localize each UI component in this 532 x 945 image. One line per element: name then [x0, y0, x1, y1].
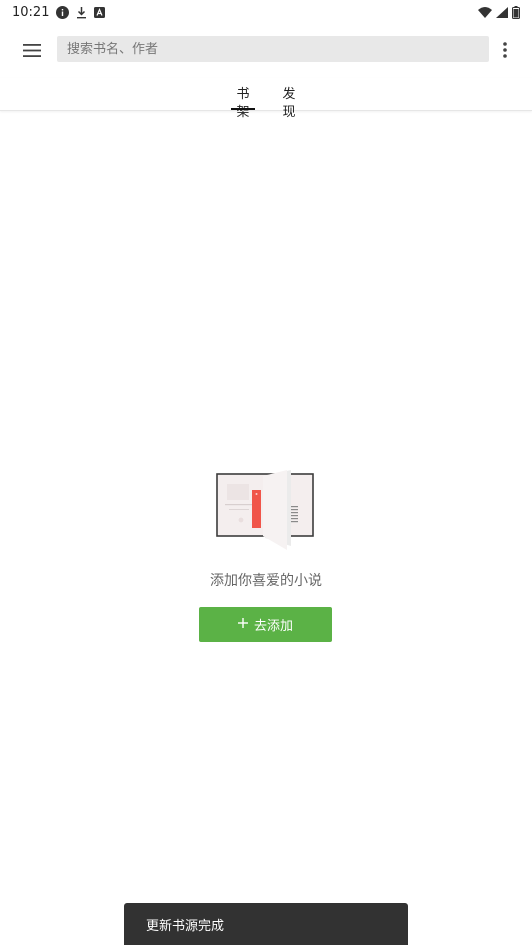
tab-discover-label: 发现: [282, 87, 296, 120]
top-toolbar: [0, 24, 532, 76]
plus-icon: [237, 617, 248, 632]
add-book-button[interactable]: 去添加: [199, 607, 332, 642]
app-icon: [94, 6, 106, 18]
status-left: 10:21: [12, 4, 106, 20]
search-input[interactable]: [57, 36, 489, 62]
add-book-button-label: 去添加: [253, 619, 293, 634]
hamburger-menu-icon[interactable]: [14, 36, 50, 64]
tab-bar: 书架 发现: [0, 78, 532, 120]
download-icon: [76, 6, 87, 19]
status-bar: 10:21: [0, 0, 532, 24]
active-tab-indicator: [231, 108, 255, 110]
empty-state-message: 添加你喜爱的小说: [210, 573, 322, 589]
snackbar: 更新书源完成: [124, 903, 408, 945]
tab-bookshelf-label: 书架: [236, 87, 250, 120]
battery-icon: [512, 5, 520, 19]
snackbar-message: 更新书源完成: [146, 918, 225, 934]
more-vert-icon[interactable]: [494, 36, 516, 64]
status-right: [478, 5, 520, 19]
signal-icon: [496, 6, 508, 18]
tab-discover[interactable]: 发现: [277, 86, 301, 120]
open-book-illustration: [215, 468, 315, 554]
wifi-icon: [478, 6, 492, 18]
info-icon: [56, 5, 70, 19]
tab-bookshelf[interactable]: 书架: [231, 86, 255, 120]
status-time: 10:21: [12, 4, 50, 20]
